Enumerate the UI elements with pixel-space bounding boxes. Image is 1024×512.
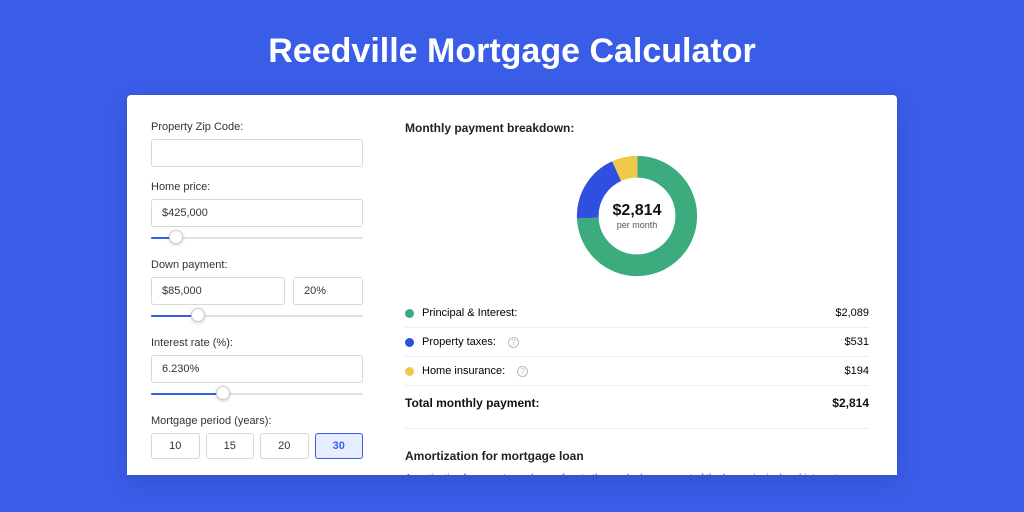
breakdown-heading: Monthly payment breakdown:: [405, 121, 869, 135]
rate-slider-fill: [151, 393, 223, 395]
help-icon[interactable]: ?: [517, 366, 528, 377]
period-buttons: 10152030: [151, 433, 363, 459]
donut-sub: per month: [613, 220, 662, 230]
zip-field: Property Zip Code:: [151, 121, 363, 167]
amortization-heading: Amortization for mortgage loan: [405, 439, 869, 463]
price-slider-thumb[interactable]: [169, 230, 183, 244]
price-input[interactable]: [151, 199, 363, 227]
legend-dot: [405, 367, 414, 376]
rate-field: Interest rate (%):: [151, 337, 363, 401]
down-amount-input[interactable]: [151, 277, 285, 305]
breakdown-row: Principal & Interest: $2,089: [405, 299, 869, 328]
breakdown-value: $194: [845, 365, 869, 377]
breakdown-label: Property taxes:: [422, 336, 496, 348]
breakdown-value: $2,089: [835, 307, 869, 319]
donut-value: $2,814: [613, 202, 662, 220]
results-column: Monthly payment breakdown: $2,814 per mo…: [387, 95, 897, 475]
price-field: Home price:: [151, 181, 363, 245]
price-label: Home price:: [151, 181, 363, 193]
rate-slider[interactable]: [151, 389, 363, 401]
breakdown-label: Home insurance:: [422, 365, 505, 377]
period-btn-20[interactable]: 20: [260, 433, 309, 459]
divider: [405, 428, 869, 429]
donut-chart-area: $2,814 per month: [405, 147, 869, 299]
period-btn-10[interactable]: 10: [151, 433, 200, 459]
period-field: Mortgage period (years): 10152030: [151, 415, 363, 459]
period-btn-15[interactable]: 15: [206, 433, 255, 459]
breakdown-label: Principal & Interest:: [422, 307, 517, 319]
breakdown-value: $531: [845, 336, 869, 348]
rate-input[interactable]: [151, 355, 363, 383]
down-slider[interactable]: [151, 311, 363, 323]
total-label: Total monthly payment:: [405, 396, 539, 410]
calculator-panel: Property Zip Code: Home price: Down paym…: [127, 95, 897, 475]
breakdown-row: Property taxes:? $531: [405, 328, 869, 357]
help-icon[interactable]: ?: [508, 337, 519, 348]
period-label: Mortgage period (years):: [151, 415, 363, 427]
amortization-text: Amortization for a mortgage loan refers …: [405, 471, 869, 475]
total-row: Total monthly payment: $2,814: [405, 386, 869, 424]
down-label: Down payment:: [151, 259, 363, 271]
page-title: Reedville Mortgage Calculator: [0, 0, 1024, 95]
down-pct-input[interactable]: [293, 277, 363, 305]
donut-center: $2,814 per month: [613, 202, 662, 230]
down-slider-thumb[interactable]: [191, 308, 205, 322]
down-field: Down payment:: [151, 259, 363, 323]
donut-chart: $2,814 per month: [572, 151, 702, 281]
total-value: $2,814: [832, 396, 869, 410]
rate-slider-thumb[interactable]: [216, 386, 230, 400]
price-slider[interactable]: [151, 233, 363, 245]
legend-dot: [405, 309, 414, 318]
zip-input[interactable]: [151, 139, 363, 167]
rate-label: Interest rate (%):: [151, 337, 363, 349]
inputs-column: Property Zip Code: Home price: Down paym…: [127, 95, 387, 475]
period-btn-30[interactable]: 30: [315, 433, 364, 459]
legend-dot: [405, 338, 414, 347]
zip-label: Property Zip Code:: [151, 121, 363, 133]
breakdown-row: Home insurance:? $194: [405, 357, 869, 386]
